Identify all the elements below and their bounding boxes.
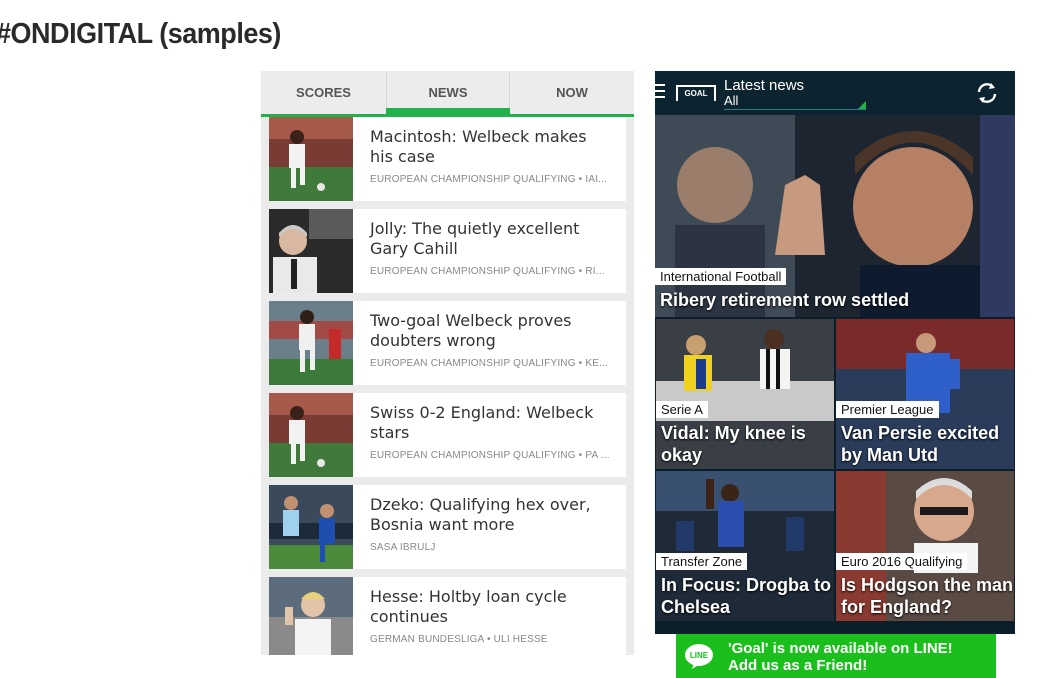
tile-category-tag: Transfer Zone bbox=[656, 553, 748, 570]
article-title: Two-goal Welbeck proves doubters wrong bbox=[370, 311, 572, 350]
article-title: Macintosh: Welbeck makes his case bbox=[370, 127, 587, 166]
article-title: Hesse: Holtby loan cycle continues bbox=[370, 587, 567, 626]
line-banner-line1: 'Goal' is now available on LINE! bbox=[728, 640, 953, 657]
article-meta: EUROPEAN CHAMPIONSHIP QUALIFYING • IAI..… bbox=[370, 174, 608, 185]
page-title: #ONDIGITAL (samples) bbox=[0, 18, 281, 50]
line-banner-line2: Add us as a Friend! bbox=[728, 657, 868, 674]
line-logo: LINE bbox=[685, 644, 713, 669]
article-card[interactable]: Dzeko: Qualifying hex over, Bosnia want … bbox=[269, 485, 626, 569]
line-promo-banner[interactable]: LINE 'Goal' is now available on LINE! Ad… bbox=[676, 634, 996, 678]
goal-app-screen: GOAL Latest news All International Footb… bbox=[655, 71, 1015, 634]
article-card[interactable]: Hesse: Holtby loan cycle continues GERMA… bbox=[269, 577, 626, 655]
article-card[interactable]: Macintosh: Welbeck makes his case EUROPE… bbox=[269, 117, 626, 201]
hero-story[interactable]: International Football Ribery retirement… bbox=[655, 115, 1015, 317]
article-meta: EUROPEAN CHAMPIONSHIP QUALIFYING • KE... bbox=[370, 358, 609, 369]
tile-title: Van Persie excited by Man Utd signings bbox=[841, 423, 1000, 469]
line-banner-text: 'Goal' is now available on LINE! Add us … bbox=[728, 640, 953, 674]
tab-scores[interactable]: SCORES bbox=[261, 71, 386, 114]
article-meta: SASA IBRULJ bbox=[370, 542, 436, 553]
article-thumbnail bbox=[269, 485, 353, 569]
goal-logo: GOAL bbox=[676, 85, 716, 101]
news-tile[interactable]: Serie A Vidal: My knee is okay bbox=[656, 319, 834, 469]
tab-bar: SCORES NEWS NOW bbox=[261, 71, 634, 117]
article-title: Dzeko: Qualifying hex over, Bosnia want … bbox=[370, 495, 591, 534]
news-tile[interactable]: Euro 2016 Qualifying Is Hodgson the man … bbox=[836, 471, 1014, 621]
tile-category-tag: Euro 2016 Qualifying bbox=[836, 553, 968, 570]
tile-title: Is Hodgson the man for England? bbox=[841, 575, 1014, 617]
hero-category-tag: International Football bbox=[655, 268, 787, 285]
news-tile[interactable]: Transfer Zone In Focus: Drogba to Chelse… bbox=[656, 471, 834, 621]
article-title: Jolly: The quietly excellent Gary Cahill bbox=[370, 219, 580, 258]
hero-title: Ribery retirement row settled bbox=[660, 290, 910, 310]
tile-category-tag: Premier League bbox=[836, 401, 939, 418]
refresh-icon[interactable] bbox=[975, 81, 999, 105]
filter-underline bbox=[724, 109, 866, 110]
news-tile[interactable]: Premier League Van Persie excited by Man… bbox=[836, 319, 1014, 469]
active-tab-indicator bbox=[386, 108, 510, 114]
hero-image bbox=[655, 115, 1015, 317]
article-meta: GERMAN BUNDESLIGA • ULI HESSE bbox=[370, 634, 548, 645]
article-card[interactable]: Swiss 0-2 England: Welbeck stars EUROPEA… bbox=[269, 393, 626, 477]
article-thumbnail bbox=[269, 577, 353, 655]
article-title: Swiss 0-2 England: Welbeck stars bbox=[370, 403, 594, 442]
article-card[interactable]: Two-goal Welbeck proves doubters wrong E… bbox=[269, 301, 626, 385]
hamburger-menu-icon[interactable] bbox=[655, 84, 665, 102]
svg-text:LINE: LINE bbox=[690, 651, 709, 660]
tile-title: In Focus: Drogba to Chelsea bbox=[661, 575, 831, 617]
header-title: Latest news bbox=[724, 77, 805, 94]
tile-title: Vidal: My knee is okay bbox=[661, 423, 806, 465]
article-meta: EUROPEAN CHAMPIONSHIP QUALIFYING • RI... bbox=[370, 266, 605, 277]
article-thumbnail bbox=[269, 393, 353, 477]
app-header: GOAL Latest news All bbox=[655, 71, 1015, 115]
tile-category-tag: Serie A bbox=[656, 401, 708, 418]
article-meta: EUROPEAN CHAMPIONSHIP QUALIFYING • PA ..… bbox=[370, 450, 610, 461]
article-thumbnail bbox=[269, 301, 353, 385]
tab-now[interactable]: NOW bbox=[510, 71, 634, 114]
article-thumbnail bbox=[269, 117, 353, 201]
news-app-screen: SCORES NEWS NOW Macintosh: Welbeck makes… bbox=[261, 71, 634, 655]
dropdown-indicator-icon[interactable] bbox=[858, 101, 866, 109]
header-filter[interactable]: All bbox=[724, 93, 738, 108]
article-card[interactable]: Jolly: The quietly excellent Gary Cahill… bbox=[269, 209, 626, 293]
article-thumbnail bbox=[269, 209, 353, 293]
